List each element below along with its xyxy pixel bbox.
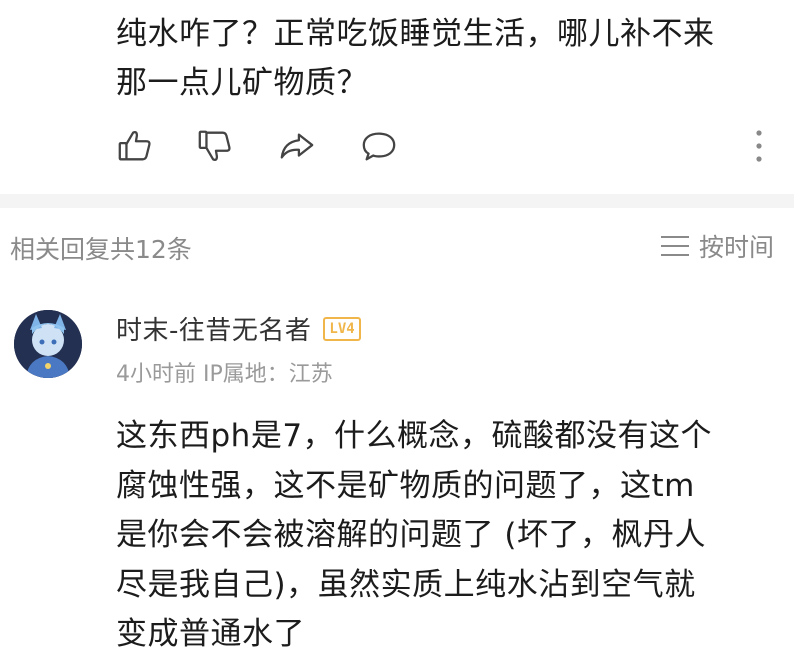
comment-button[interactable] [358, 126, 400, 166]
more-vertical-icon[interactable] [752, 128, 766, 164]
dislike-button[interactable] [194, 126, 236, 166]
thumbs-up-icon [118, 131, 151, 161]
comment-text-line: 腐蚀性强，这不是矿物质的问题了，这tm [116, 467, 695, 504]
sort-button[interactable]: 按时间 [660, 228, 774, 264]
share-button[interactable] [276, 126, 318, 166]
section-divider [0, 194, 794, 208]
level-badge: LV4 [323, 316, 361, 341]
comment-text-line: 这东西ph是7，什么概念，硫酸都没有这个 [116, 418, 713, 454]
like-button[interactable] [114, 126, 156, 166]
post-text-line: 纯水咋了？正常吃饭睡觉生活，哪儿补不来 [116, 16, 715, 52]
sort-label: 按时间 [698, 233, 774, 262]
replies-count-label: 相关回复共12条 [10, 235, 192, 264]
post-content: 纯水咋了？正常吃饭睡觉生活，哪儿补不来 那一点儿矿物质？ [116, 10, 776, 108]
share-icon [280, 133, 314, 159]
username[interactable]: 时末-往昔无名者 [116, 310, 311, 347]
comment-text-line: 变成普通水了 [116, 616, 305, 652]
comment-text-line: 尽是我自己)，虽然实质上纯水沾到空气就 [116, 566, 696, 603]
sort-lines-icon [660, 235, 689, 257]
post-text-line: 那一点儿矿物质？ [116, 65, 368, 101]
comment-bubble-icon [362, 132, 396, 161]
comment-text: 这东西ph是7，什么概念，硫酸都没有这个 腐蚀性强，这不是矿物质的问题了，这tm… [116, 412, 776, 660]
comment-meta: 4小时前 IP属地：江苏 [116, 362, 333, 387]
post-action-bar [114, 126, 774, 166]
comment-user-row: 时末-往昔无名者 LV4 [116, 310, 361, 347]
comment-text-line: 是你会不会被溶解的问题了 (坏了，枫丹人 [116, 517, 706, 553]
avatar[interactable] [14, 310, 82, 378]
replies-header: 相关回复共12条 按时间 [0, 222, 794, 272]
avatar-image [14, 310, 82, 378]
thumbs-down-icon [198, 130, 231, 161]
